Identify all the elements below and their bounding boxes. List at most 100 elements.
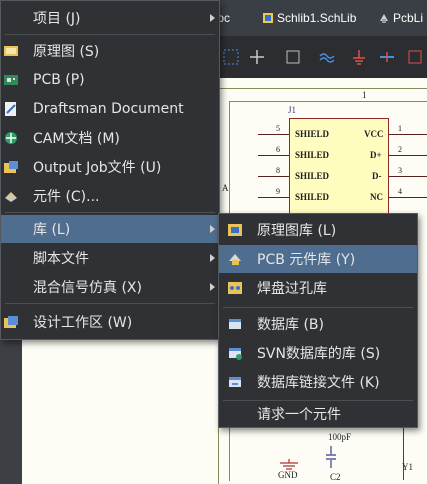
schematic-toolbar [200, 36, 427, 78]
component-icon [3, 188, 19, 204]
pin-number: 6 [276, 145, 280, 154]
pin-name: SHILED [295, 192, 330, 202]
pin-line [258, 134, 289, 135]
new-file-menu: 项目 (J) 原理图 (S) PCB (P) Draftsman Documen… [0, 0, 220, 340]
pin-line [258, 197, 289, 198]
pin-name: SHIELD [295, 129, 330, 139]
menu-item-pcb[interactable]: PCB (P) [1, 66, 219, 94]
pin-line [389, 176, 427, 177]
menu-separator [223, 307, 413, 308]
submenu-item-database[interactable]: 数据库 (B) [219, 310, 417, 338]
schematic-icon [3, 43, 19, 59]
menu-item-workspace[interactable]: 设计工作区 (W) [1, 308, 219, 336]
menu-item-script-files[interactable]: 脚本文件 [1, 244, 219, 272]
crystal-designator: Y1 [402, 462, 413, 472]
menu-item-cam[interactable]: CAM文档 (M) [1, 124, 219, 152]
menu-item-label: CAM文档 (M) [33, 131, 120, 147]
draftsman-icon [3, 101, 19, 117]
tab-schlib[interactable]: Schlib1.SchLib [262, 8, 356, 28]
menu-item-label: 元件 (C)... [33, 189, 100, 205]
menu-item-label: 请求一个元件 [257, 407, 341, 423]
submenu-item-padvia-lib[interactable]: 焊盘过孔库 [219, 274, 417, 302]
submenu-item-svn-dblib[interactable]: SVN数据库的库 (S) [219, 339, 417, 367]
menu-item-label: 脚本文件 [33, 251, 89, 267]
pcblib-icon [227, 251, 243, 267]
select-area-icon[interactable] [222, 48, 240, 66]
pin-name: D- [372, 171, 382, 181]
submenu-arrow-icon [210, 14, 215, 22]
document-tab-bar: bDoc Schlib1.SchLib PcbLi [200, 0, 427, 36]
wire-icon[interactable] [318, 48, 336, 66]
pin-name: VCC [364, 129, 384, 139]
menu-item-label: Output Job文件 (U) [33, 160, 162, 176]
pin-number: 8 [276, 166, 280, 175]
database-icon [227, 316, 243, 332]
pin-line [389, 134, 427, 135]
menu-item-component[interactable]: 元件 (C)... [1, 182, 219, 210]
menu-item-label: 项目 (J) [33, 11, 81, 27]
bus-icon[interactable] [378, 48, 396, 66]
pcb-icon [3, 72, 19, 88]
pin-number: 2 [398, 145, 402, 154]
padvia-lib-icon [227, 280, 243, 296]
pin-number: 3 [398, 166, 402, 175]
pcblib-icon [378, 12, 390, 24]
library-submenu: 原理图库 (L) PCB 元件库 (Y) 焊盘过孔库 数据库 (B) SVN数据… [218, 213, 418, 428]
pin-line [389, 155, 427, 156]
pin-name: D+ [370, 150, 382, 160]
ground-symbol-icon [278, 456, 300, 475]
pin-line [389, 197, 427, 198]
menu-item-schematic[interactable]: 原理图 (S) [1, 37, 219, 65]
schlib-icon [262, 12, 274, 24]
svn-dblib-icon [227, 345, 243, 361]
menu-item-label: 混合信号仿真 (X) [33, 280, 142, 296]
submenu-item-dblink[interactable]: 数据库链接文件 (K) [219, 368, 417, 396]
menu-item-project[interactable]: 项目 (J) [1, 4, 219, 32]
submenu-item-schlib[interactable]: 原理图库 (L) [219, 216, 417, 244]
align-icon[interactable] [284, 48, 302, 66]
schlib-icon [227, 222, 243, 238]
submenu-arrow-icon [210, 225, 215, 233]
capacitor-value: 100pF [328, 432, 352, 442]
tab-pcblib[interactable]: PcbLi [378, 8, 423, 28]
menu-separator [5, 303, 215, 304]
place-part-icon[interactable] [406, 48, 424, 66]
menu-item-library[interactable]: 库 (L) [1, 215, 219, 243]
pin-number: 5 [276, 124, 280, 133]
menu-item-mixed-sim[interactable]: 混合信号仿真 (X) [1, 273, 219, 301]
pin-name: SHILED [295, 171, 330, 181]
part-designator: J1 [288, 105, 297, 115]
menu-separator [5, 212, 215, 213]
sheet-zone-label: A [222, 183, 229, 193]
submenu-item-pcblib[interactable]: PCB 元件库 (Y) [219, 245, 417, 273]
menu-item-label: PCB 元件库 (Y) [257, 252, 356, 268]
menu-item-label: 库 (L) [33, 222, 71, 238]
pin-number: 9 [276, 187, 280, 196]
menu-item-label: 数据库链接文件 (K) [257, 375, 380, 391]
power-port-icon[interactable] [350, 48, 368, 66]
menu-item-label: 原理图库 (L) [257, 223, 337, 239]
menu-item-label: Draftsman Document [33, 101, 184, 117]
menu-item-label: 设计工作区 (W) [33, 315, 133, 331]
cam-icon [3, 130, 19, 146]
sheet-zone-label: 1 [362, 90, 367, 100]
menu-item-draftsman[interactable]: Draftsman Document [1, 95, 219, 123]
output-job-icon [3, 159, 19, 175]
menu-item-label: 焊盘过孔库 [257, 281, 327, 297]
menu-item-label: PCB (P) [33, 72, 85, 88]
submenu-arrow-icon [210, 254, 215, 262]
tab-label: Schlib1.SchLib [277, 11, 357, 25]
pin-number: 4 [398, 187, 402, 196]
tab-label: PcbLi [393, 11, 424, 25]
move-icon[interactable] [248, 48, 266, 66]
menu-item-label: 原理图 (S) [33, 44, 100, 60]
pin-number: 1 [398, 124, 402, 133]
menu-item-output-job[interactable]: Output Job文件 (U) [1, 153, 219, 181]
menu-item-label: SVN数据库的库 (S) [257, 346, 381, 362]
workspace-icon [3, 314, 19, 330]
capacitor-designator: C2 [330, 472, 341, 482]
capacitor-symbol-icon [326, 446, 336, 472]
submenu-arrow-icon [210, 283, 215, 291]
pin-line [258, 176, 289, 177]
submenu-item-request-component[interactable]: 请求一个元件 [219, 400, 417, 428]
